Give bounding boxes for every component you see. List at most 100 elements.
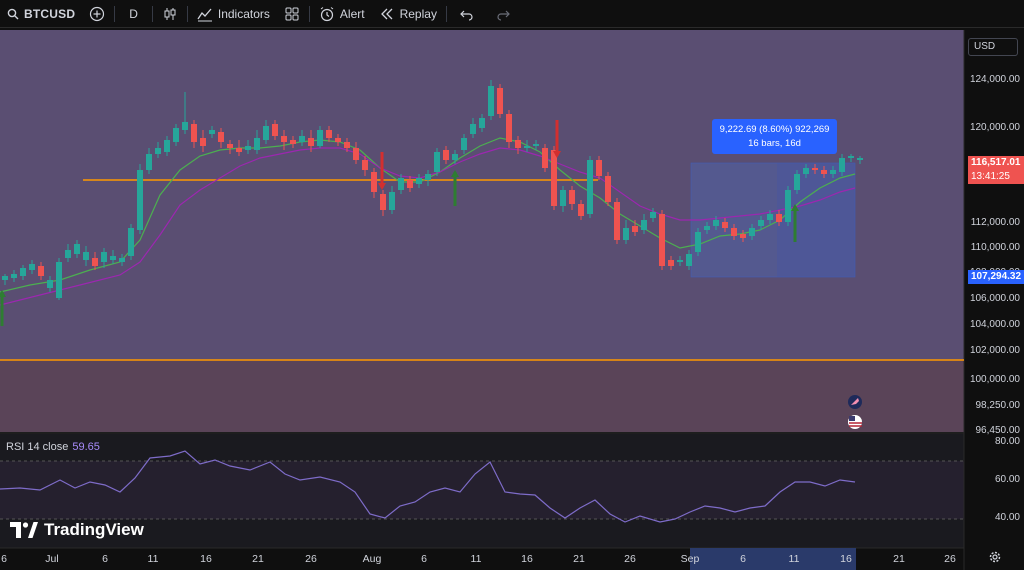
replay-button[interactable]: Replay [372,0,444,28]
candle-down [605,172,611,206]
date-tick-label: 21 [893,553,905,565]
candle-body [452,154,458,160]
pane-separator[interactable] [0,432,964,434]
rewind-icon [379,6,395,22]
candle-body [74,244,80,254]
candle-body [506,114,512,142]
price-chart[interactable] [0,30,1024,570]
candle-body [29,264,35,270]
chart-area[interactable]: USD 124,000.00120,000.00116,000.00112,00… [0,30,1024,570]
candle-body [380,194,386,210]
rsi-legend[interactable]: RSI 14 close 59.65 [6,441,100,453]
candle-body [857,158,863,160]
compare-button[interactable] [82,0,112,28]
date-tick-label: 11 [470,553,482,565]
price-tick-label: 120,000.00 [969,122,1020,133]
toolbar-divider [114,5,116,22]
redo-icon [495,6,511,22]
tradingview-logo[interactable]: TradingView [10,520,144,540]
candle-up [128,224,134,260]
date-tick-label: Sep [680,553,700,565]
price-tick-label: 124,000.00 [969,74,1020,85]
candle-body [425,174,431,180]
candle-body [650,212,656,218]
candle-body [137,170,143,230]
candle-body [146,154,152,170]
candle-body [254,138,260,150]
currency-select[interactable]: USD [968,38,1018,56]
gear-icon [989,551,1001,563]
candle-up [137,164,143,234]
candle-body [722,222,728,228]
logo-text: TradingView [44,520,144,539]
candle-body [200,138,206,146]
candle-body [758,220,764,226]
date-tick-label: 6 [740,553,746,565]
measure-bars: 16 bars, 16d [748,138,801,149]
indicators-button[interactable]: Indicators [190,0,277,28]
alert-button[interactable]: Alert [312,0,372,28]
candle-body [326,130,332,138]
interval-label: D [129,6,138,21]
candle-body [515,140,521,148]
candle-body [398,178,404,190]
candle-body [65,250,71,258]
candle-up [587,156,593,218]
candle-body [542,148,548,168]
chart-settings-button[interactable] [988,550,1002,569]
price-tick-label: 98,250.00 [975,400,1021,411]
candle-body [731,228,737,236]
candle-body [281,136,287,142]
toolbar-divider [186,5,188,22]
candle-body [605,176,611,202]
indicators-icon [197,6,213,22]
candle-body [362,160,368,170]
us-flag-icon[interactable] [848,415,862,429]
undo-icon [459,6,475,22]
candle-body [749,228,755,236]
candle-body [227,144,233,148]
candle-body [290,140,296,144]
chart-type-button[interactable] [155,0,185,28]
candle-down [542,144,548,172]
date-tick-label: 26 [624,553,636,565]
date-tick-label: Jul [45,553,59,565]
layouts-button[interactable] [277,0,307,28]
candle-body [524,146,530,148]
date-tick-label: 16 [521,553,533,565]
symbol-label: BTCUSD [24,6,76,21]
candle-body [614,202,620,240]
redo-button[interactable] [485,0,521,28]
candle-body [83,252,89,260]
candle-body [56,262,62,298]
replay-label: Replay [399,6,437,21]
undo-button[interactable] [449,0,485,28]
candle-body [416,178,422,184]
interval-button[interactable]: D [117,0,150,28]
price-tick-label: 112,000.00 [970,217,1020,228]
candle-body [335,138,341,142]
date-tick-label: 26 [944,553,956,565]
countdown-tag: 13:41:25 [968,170,1024,184]
date-tick-label: 11 [788,553,800,565]
candle-body [164,140,170,152]
candle-body [434,152,440,172]
current-price-tag: 116,517.01 [968,156,1024,170]
candle-body [389,192,395,210]
candle-body [812,168,818,170]
alert-label: Alert [339,6,365,21]
candle-body [830,170,836,174]
tradingview-logo-icon [10,522,38,538]
date-axis[interactable]: 6 Jul 6 11 16 21 26 Aug 6 11 16 21 26 Sep 6 11 16 21 26 [0,548,964,570]
date-tick-label: 21 [573,553,585,565]
indicators-label: Indicators [217,6,270,21]
rocket-icon[interactable] [848,395,862,409]
date-tick-label: 16 [200,553,212,565]
candle-body [677,260,683,262]
rsi-tick-label: 40.00 [994,512,1020,523]
candle-body [785,190,791,222]
candle-body [560,190,566,206]
measure-info-box: 9,222.69 (8.60%) 922,269 16 bars, 16d [712,119,837,154]
candle-body [92,258,98,266]
symbol-search[interactable]: BTCUSD [0,0,82,28]
